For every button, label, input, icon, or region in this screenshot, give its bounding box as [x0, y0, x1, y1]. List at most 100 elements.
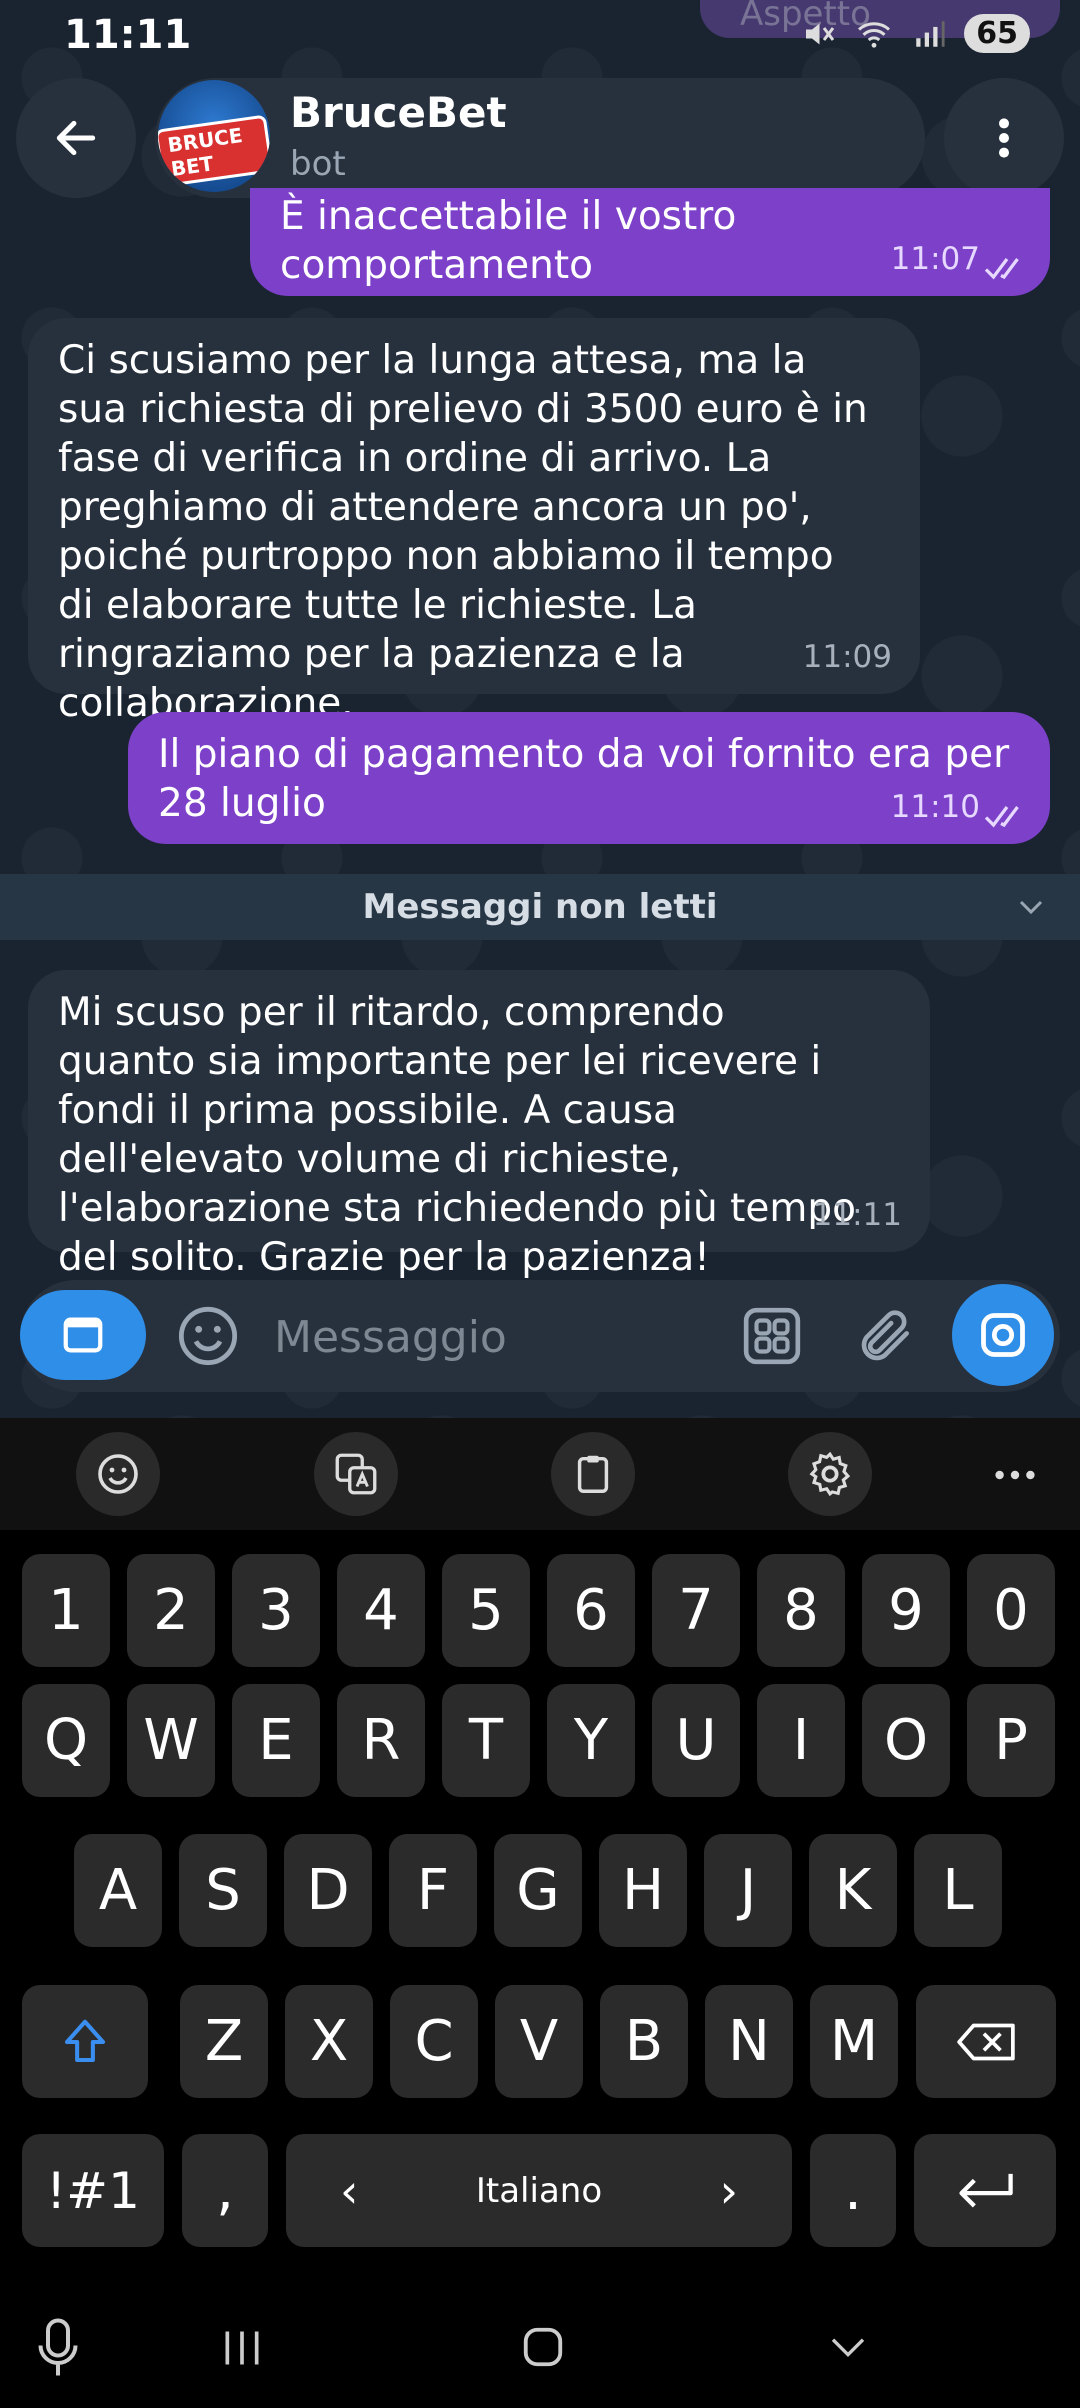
key-y[interactable]: Y	[547, 1684, 635, 1797]
key-z[interactable]: Z	[180, 1985, 268, 2098]
back-button[interactable]	[16, 78, 136, 198]
message-bubble-incoming[interactable]: Ci scusiamo per la lunga attesa, ma la s…	[28, 318, 920, 726]
key-l[interactable]: L	[914, 1834, 1002, 1947]
keyboard-toolbar	[0, 1418, 1080, 1530]
symbols-key[interactable]: !#1	[22, 2134, 164, 2247]
gear-icon	[809, 1451, 851, 1497]
more-options-button[interactable]	[944, 78, 1064, 198]
period-key[interactable]: .	[810, 2134, 896, 2247]
key-f[interactable]: F	[389, 1834, 477, 1947]
key-x[interactable]: X	[285, 1985, 373, 2098]
camera-button[interactable]	[952, 1284, 1054, 1386]
message-bubble-outgoing[interactable]: È inaccettabile il vostro comportamento …	[250, 188, 1050, 296]
status-bar: 11:11 65	[0, 0, 1080, 70]
space-right-arrow: ›	[719, 2163, 738, 2218]
status-icons: 65	[800, 14, 1030, 53]
key-q[interactable]: Q	[22, 1684, 110, 1797]
keyboard: 1234567890 QWERTYUIOP ASDFGHJKL ZXCVBNM …	[0, 1530, 1080, 2270]
chevron-down-icon[interactable]	[824, 2328, 872, 2368]
key-i[interactable]: I	[757, 1684, 845, 1797]
key-6[interactable]: 6	[547, 1554, 635, 1667]
key-b[interactable]: B	[600, 1985, 688, 2098]
unread-label: Messaggi non letti	[362, 887, 718, 927]
message-bubble-incoming[interactable]: Mi scuso per il ritardo, comprendo quant…	[28, 970, 930, 1280]
key-w[interactable]: W	[127, 1684, 215, 1797]
keyboard-settings-button[interactable]	[788, 1432, 872, 1516]
message-time: 11:07	[890, 241, 980, 277]
key-2[interactable]: 2	[127, 1554, 215, 1667]
key-1[interactable]: 1	[22, 1554, 110, 1667]
space-key[interactable]: ‹ Italiano ›	[286, 2134, 792, 2247]
space-left-arrow: ‹	[340, 2163, 359, 2218]
double-check-icon	[984, 258, 1019, 280]
key-t[interactable]: T	[442, 1684, 530, 1797]
keyboard-translate-button[interactable]	[314, 1432, 398, 1516]
paperclip-icon	[861, 1310, 909, 1361]
comma-key[interactable]: ,	[182, 2134, 268, 2247]
translate-icon	[335, 1453, 377, 1495]
chat-title[interactable]: BruceBet	[290, 88, 507, 137]
message-time: 11:10	[890, 789, 980, 825]
message-text: Ci scusiamo per la lunga attesa, ma la s…	[58, 338, 868, 726]
key-o[interactable]: O	[862, 1684, 950, 1797]
message-bubble-outgoing[interactable]: Il piano di pagamento da voi fornito era…	[128, 712, 1050, 844]
key-p[interactable]: P	[967, 1684, 1055, 1797]
message-input[interactable]	[272, 1306, 696, 1368]
key-4[interactable]: 4	[337, 1554, 425, 1667]
message-time: 11:09	[802, 639, 892, 675]
key-v[interactable]: V	[495, 1985, 583, 2098]
key-m[interactable]: M	[810, 1985, 898, 2098]
key-5[interactable]: 5	[442, 1554, 530, 1667]
shift-arrow-icon	[64, 2019, 106, 2062]
keyboard-more-button[interactable]	[980, 1440, 1050, 1510]
avatar[interactable]: BRUCE BET	[158, 80, 270, 192]
unread-messages-divider: Messaggi non letti	[0, 874, 1080, 940]
backspace-icon	[957, 2023, 1015, 2060]
smile-icon	[98, 1454, 138, 1494]
emoji-button[interactable]	[172, 1300, 244, 1372]
home-icon[interactable]	[520, 2324, 566, 2370]
key-k[interactable]: K	[809, 1834, 897, 1947]
signal-icon	[916, 20, 945, 47]
bot-menu-button[interactable]	[20, 1290, 146, 1380]
more-vertical-icon	[999, 118, 1009, 158]
enter-key[interactable]	[914, 2134, 1056, 2247]
grid-icon	[743, 1307, 801, 1365]
wifi-icon	[858, 21, 891, 48]
key-g[interactable]: G	[494, 1834, 582, 1947]
keyboard-clipboard-button[interactable]	[551, 1432, 635, 1516]
key-j[interactable]: J	[704, 1834, 792, 1947]
more-horizontal-icon	[995, 1470, 1035, 1480]
space-language-label: Italiano	[475, 2170, 603, 2211]
smile-icon	[178, 1306, 238, 1366]
key-3[interactable]: 3	[232, 1554, 320, 1667]
key-a[interactable]: A	[74, 1834, 162, 1947]
battery-indicator: 65	[964, 14, 1030, 53]
key-8[interactable]: 8	[757, 1554, 845, 1667]
key-7[interactable]: 7	[652, 1554, 740, 1667]
attach-button[interactable]	[850, 1300, 922, 1372]
key-9[interactable]: 9	[862, 1554, 950, 1667]
key-d[interactable]: D	[284, 1834, 372, 1947]
chat-subtitle: bot	[290, 144, 346, 184]
key-c[interactable]: C	[390, 1985, 478, 2098]
key-u[interactable]: U	[652, 1684, 740, 1797]
chevron-down-icon[interactable]	[1014, 892, 1048, 922]
chat-header[interactable]	[155, 78, 925, 198]
key-r[interactable]: R	[337, 1684, 425, 1797]
message-time: 11:11	[812, 1197, 902, 1233]
message-text: Mi scuso per il ritardo, comprendo quant…	[58, 990, 856, 1280]
commands-button[interactable]	[736, 1300, 808, 1372]
key-0[interactable]: 0	[967, 1554, 1055, 1667]
recent-apps-icon[interactable]	[220, 2326, 264, 2370]
mute-icon	[806, 23, 835, 44]
key-n[interactable]: N	[705, 1985, 793, 2098]
backspace-key[interactable]	[916, 1985, 1056, 2098]
key-s[interactable]: S	[179, 1834, 267, 1947]
key-e[interactable]: E	[232, 1684, 320, 1797]
microphone-icon[interactable]	[36, 2318, 80, 2378]
keyboard-emoji-button[interactable]	[76, 1432, 160, 1516]
shift-key[interactable]	[22, 1985, 148, 2098]
key-h[interactable]: H	[599, 1834, 687, 1947]
arrow-left-icon	[56, 120, 96, 156]
